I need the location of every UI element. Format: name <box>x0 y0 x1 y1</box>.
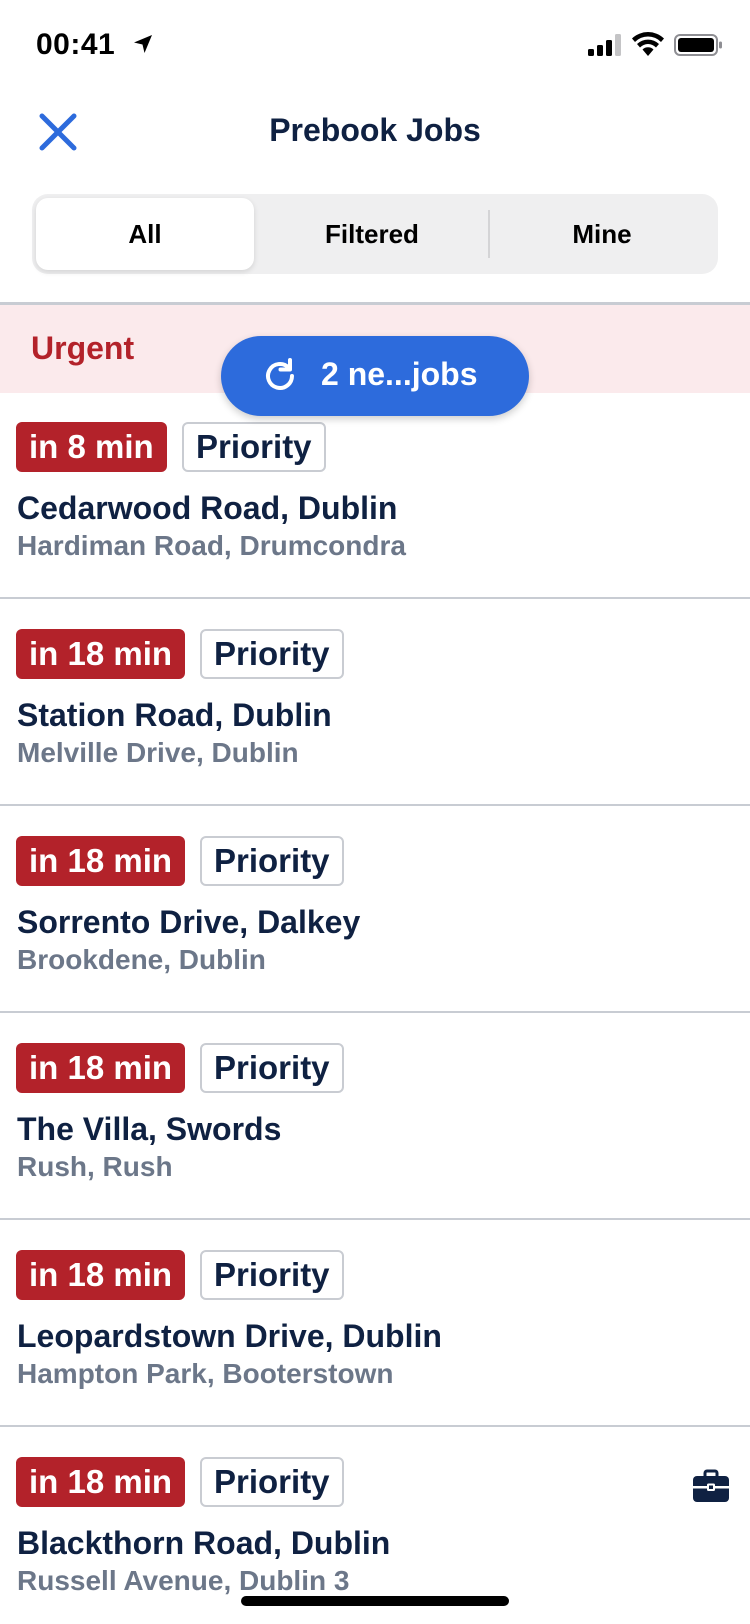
dropoff-address: Russell Avenue, Dublin 3 <box>17 1565 350 1596</box>
pickup-address: Blackthorn Road, Dublin <box>17 1525 391 1561</box>
priority-badge: Priority <box>200 1457 344 1507</box>
pickup-address: Leopardstown Drive, Dublin <box>17 1318 442 1354</box>
time-badge: in 18 min <box>16 836 186 886</box>
dropoff-address: Melville Drive, Dublin <box>17 737 299 768</box>
time-badge: in 8 min <box>16 422 167 472</box>
job-row[interactable]: in 18 min Priority Leopardstown Drive, D… <box>0 1220 750 1427</box>
section-label: Urgent <box>31 330 135 366</box>
dropoff-address: Brookdene, Dublin <box>17 944 266 975</box>
job-row[interactable]: in 18 min Priority Blackthorn Road, Dubl… <box>0 1427 750 1624</box>
refresh-icon <box>266 358 294 390</box>
dropoff-address: Rush, Rush <box>17 1151 173 1182</box>
location-arrow-icon <box>134 35 152 53</box>
priority-badge: Priority <box>200 1043 344 1093</box>
wifi-icon <box>632 32 664 56</box>
tab-filtered[interactable]: Filtered <box>258 198 486 270</box>
job-row[interactable]: in 18 min Priority Station Road, Dublin … <box>0 599 750 806</box>
priority-badge: Priority <box>200 836 344 886</box>
new-jobs-button[interactable]: 2 ne...jobs <box>221 336 529 416</box>
status-time: 00:41 <box>36 28 116 61</box>
status-bar: 00:41 <box>0 0 750 90</box>
job-row[interactable]: in 8 min Priority Cedarwood Road, Dublin… <box>0 392 750 599</box>
time-badge: in 18 min <box>16 1250 186 1300</box>
tab-mine[interactable]: Mine <box>490 198 714 270</box>
job-row[interactable]: in 18 min Priority Sorrento Drive, Dalke… <box>0 806 750 1013</box>
job-row[interactable]: in 18 min Priority The Villa, Swords Rus… <box>0 1013 750 1220</box>
home-indicator <box>241 1596 509 1606</box>
battery-icon <box>674 34 722 56</box>
time-badge: in 18 min <box>16 629 186 679</box>
pickup-address: Station Road, Dublin <box>17 697 332 733</box>
pickup-address: Sorrento Drive, Dalkey <box>17 904 361 940</box>
cellular-signal-icon <box>588 34 621 56</box>
page-title: Prebook Jobs <box>269 112 481 148</box>
pickup-address: The Villa, Swords <box>17 1111 282 1147</box>
priority-badge: Priority <box>200 629 344 679</box>
time-badge: in 18 min <box>16 1043 186 1093</box>
segmented-control: All Filtered Mine <box>32 194 718 274</box>
briefcase-icon <box>693 1469 729 1502</box>
dropoff-address: Hampton Park, Booterstown <box>17 1358 394 1389</box>
priority-badge: Priority <box>200 1250 344 1300</box>
new-jobs-label: 2 ne...jobs <box>321 356 478 392</box>
time-badge: in 18 min <box>16 1457 186 1507</box>
tab-all[interactable]: All <box>36 198 254 270</box>
priority-badge: Priority <box>182 422 326 472</box>
dropoff-address: Hardiman Road, Drumcondra <box>17 530 406 561</box>
pickup-address: Cedarwood Road, Dublin <box>17 490 398 526</box>
